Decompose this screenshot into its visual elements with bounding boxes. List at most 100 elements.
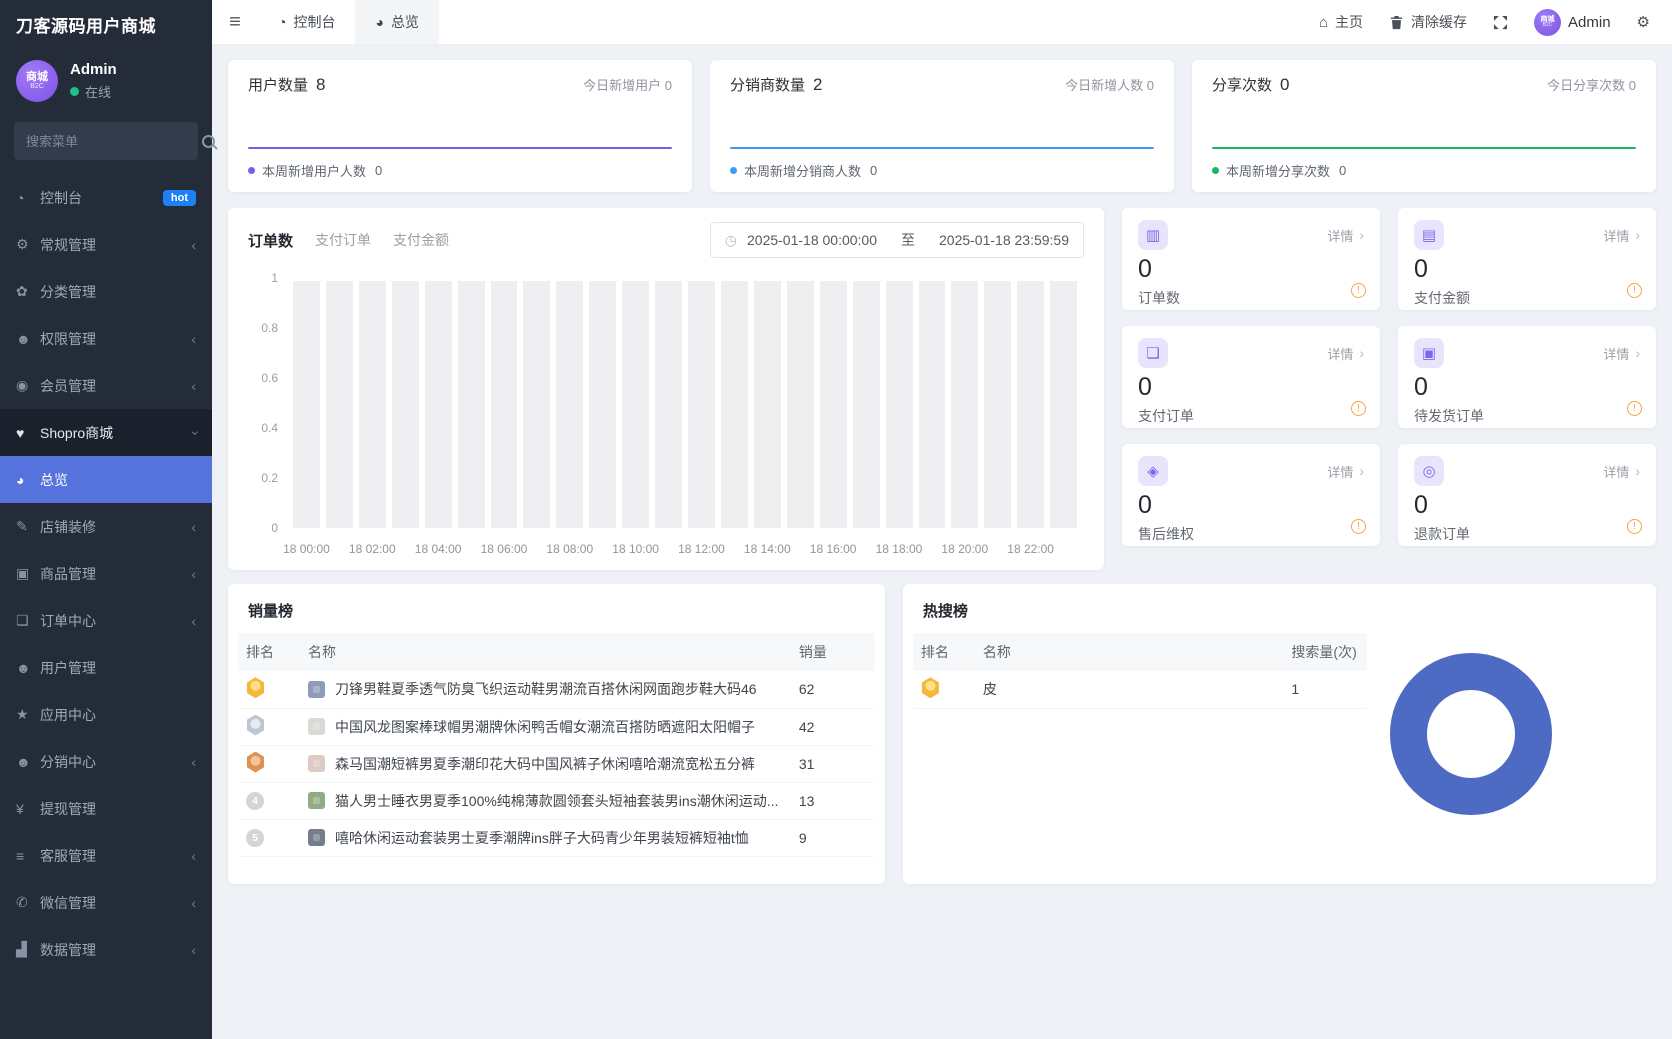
bar-18 02:00 [358, 280, 386, 528]
mini-card-label: 售后维权 [1138, 526, 1194, 542]
user-circle-icon: ◉ [16, 377, 29, 393]
mini-card-支付订单: ❏ 详情 › 0 支付订单! [1122, 326, 1380, 428]
y-axis: 1 0.8 0.6 0.4 0.2 0 [254, 271, 284, 535]
sidebar-item-Shopro商城[interactable]: ♥ Shopro商城 ‹ [0, 409, 212, 456]
sidebar-item-客服管理[interactable]: ≡ 客服管理 ‹ [0, 832, 212, 879]
trash-icon [1390, 15, 1403, 29]
info-icon[interactable]: ! [1351, 283, 1366, 298]
user-name: Admin [70, 61, 117, 78]
table-row[interactable]: 森马国潮短裤男夏季潮印花大码中国风裤子休闲嘻哈潮流宽松五分裤 31 [238, 745, 875, 783]
product-name: 森马国潮短裤男夏季潮印花大码中国风裤子休闲嘻哈潮流宽松五分裤 [335, 755, 755, 772]
chart-tab-订单数[interactable]: 订单数 [248, 230, 293, 251]
topnav-right: ⌂ 主页 清除缓存 商城 B2C Admin ⚙ [1319, 0, 1672, 44]
account-menu[interactable]: 商城 B2C Admin [1534, 8, 1611, 36]
search-icon[interactable] [202, 134, 215, 148]
sidebar-item-总览[interactable]: ◕ 总览 [0, 456, 212, 503]
product-name-cell: 森马国潮短裤男夏季潮印花大码中国风裤子休闲嘻哈潮流宽松五分裤 [308, 754, 783, 774]
table-row[interactable]: 4 猫人男士睡衣男夏季100%纯棉薄款圆领套头短袖套装男ins潮休闲运动... 13 [238, 782, 875, 820]
rank-medal-icon [246, 714, 265, 736]
info-icon[interactable]: ! [1627, 283, 1642, 298]
x-tick-label: 18 12:00 [678, 542, 725, 556]
sidebar-item-控制台[interactable]: ◔ 控制台 hot [0, 174, 212, 221]
chart-tab-支付金额[interactable]: 支付金额 [393, 230, 449, 250]
date-start-value[interactable]: 2025-01-18 00:00:00 [747, 232, 877, 248]
detail-link[interactable]: 详情 › [1603, 226, 1640, 245]
mini-card-value: 0 [1414, 255, 1428, 283]
stat-week-label: 本周新增分享次数 [1226, 164, 1331, 179]
shield-icon: ◈ [1138, 456, 1168, 486]
stats-row: 用户数量 8 今日新增用户 0 本周新增用户人数 0 分销商数量 2 今日新增人数 0 本周新增… [228, 60, 1656, 192]
settings-button[interactable]: ⚙ [1637, 13, 1650, 31]
product-name-cell: 刀锋男鞋夏季透气防臭飞织运动鞋男潮流百搭休闲网面跑步鞋大码46 [308, 679, 783, 699]
sidebar-item-订单中心[interactable]: ❏ 订单中心 ‹ [0, 597, 212, 644]
chart-tab-支付订单[interactable]: 支付订单 [315, 230, 371, 250]
chart-header: 订单数 支付订单 支付金额 ◷ 2025-01-18 00:00:00 至 2025… [248, 222, 1084, 258]
middle-row: 订单数 支付订单 支付金额 ◷ 2025-01-18 00:00:00 至 2025… [228, 208, 1656, 570]
value-cell: 42 [790, 708, 875, 746]
home-icon: ⌂ [1318, 13, 1329, 31]
x-axis: 18 00:00 18 02:00 18 04:00 18 06:00 18 08:00… [283, 534, 1080, 556]
sidebar-item-用户管理[interactable]: ☻ 用户管理 [0, 644, 212, 691]
stat-week: 本周新增用户人数 0 [248, 161, 672, 180]
detail-link[interactable]: 详情 › [1603, 344, 1640, 363]
product-thumbnail [308, 718, 325, 735]
detail-label: 详情 [1603, 346, 1630, 362]
menu-toggle-icon[interactable]: ≡ [212, 0, 258, 44]
table-header-row: 排名 名称 搜索量(次) [912, 633, 1368, 671]
chevron-left-icon: ‹ [191, 330, 196, 347]
sidebar-user-block[interactable]: 商城 B2C Admin 在线 [0, 48, 212, 112]
sidebar-item-数据管理[interactable]: ▟ 数据管理 ‹ [0, 926, 212, 973]
date-end-value[interactable]: 2025-01-18 23:59:59 [939, 232, 1069, 248]
info-icon[interactable]: ! [1627, 401, 1642, 416]
info-icon[interactable]: ! [1351, 519, 1366, 534]
sidebar-item-店铺装修[interactable]: ✎ 店铺装修 ‹ [0, 503, 212, 550]
hot-badge: hot [162, 189, 196, 206]
chevron-right-icon: › [1635, 345, 1640, 361]
sidebar-item-微信管理[interactable]: ✆ 微信管理 ‹ [0, 879, 212, 926]
sidebar-item-label: 微信管理 [40, 894, 96, 911]
sidebar-item-label: 控制台 [40, 189, 82, 206]
sidebar-item-分销中心[interactable]: ☻ 分销中心 ‹ [0, 738, 212, 785]
detail-label: 详情 [1327, 228, 1354, 244]
info-icon[interactable]: ! [1627, 519, 1642, 534]
detail-link[interactable]: 详情 › [1327, 344, 1364, 363]
table-header-row: 排名 名称 销量 [238, 633, 875, 671]
stat-today: 今日新增用户 0 [583, 78, 672, 93]
bar-18 22:00 [1017, 280, 1045, 528]
sidebar-item-提现管理[interactable]: ¥ 提现管理 [0, 785, 212, 832]
sidebar-item-常规管理[interactable]: ⚙ 常规管理 ‹ [0, 221, 212, 268]
table-row[interactable]: 刀锋男鞋夏季透气防臭飞织运动鞋男潮流百搭休闲网面跑步鞋大码46 62 [238, 671, 875, 709]
date-range-picker[interactable]: ◷ 2025-01-18 00:00:00 至 2025-01-18 23:59… [709, 222, 1084, 258]
fullscreen-button[interactable] [1493, 15, 1508, 30]
chevron-left-icon: ‹ [191, 565, 196, 582]
info-icon[interactable]: ! [1351, 401, 1366, 416]
clear-cache-button[interactable]: 清除缓存 [1389, 12, 1467, 32]
rank-medal-icon [921, 677, 939, 699]
sidebar-item-应用中心[interactable]: ★ 应用中心 [0, 691, 212, 738]
sidebar-item-分类管理[interactable]: ✿ 分类管理 [0, 268, 212, 315]
search-input[interactable] [26, 133, 202, 149]
sidebar-item-会员管理[interactable]: ◉ 会员管理 ‹ [0, 362, 212, 409]
table-row[interactable]: 5 嘻哈休闲运动套装男士夏季潮牌ins胖子大码青少年男装短裤短袖t恤 9 [238, 819, 875, 857]
detail-link[interactable]: 详情 › [1327, 226, 1364, 245]
detail-link[interactable]: 详情 › [1327, 462, 1364, 481]
dashboard-icon: ◔ [16, 189, 25, 206]
sidebar-item-商品管理[interactable]: ▣ 商品管理 ‹ [0, 550, 212, 597]
table-row[interactable]: 皮1 [912, 671, 1368, 709]
table-row[interactable]: 中国风龙图案棒球帽男潮牌休闲鸭舌帽女潮流百搭防晒遮阳太阳帽子 42 [238, 708, 875, 746]
home-button[interactable]: ⌂ 主页 [1319, 12, 1363, 32]
tab-总览[interactable]: ◕ 总览 [355, 0, 439, 44]
detail-link[interactable]: 详情 › [1603, 462, 1640, 481]
sidebar-item-label: 商品管理 [40, 565, 96, 582]
x-tick-label: 18 02:00 [348, 542, 396, 556]
list-icon: ≡ [16, 847, 25, 864]
chevron-right-icon: › [1359, 227, 1364, 243]
bar-18 19:00 [918, 280, 946, 528]
user-icon: ☻ [16, 659, 31, 676]
stat-value: 0 [1280, 75, 1290, 94]
sidebar-item-label: 分类管理 [40, 283, 96, 300]
chevron-left-icon: ‹ [191, 612, 196, 629]
bar-18 21:00 [984, 280, 1012, 528]
sidebar-item-权限管理[interactable]: ☻ 权限管理 ‹ [0, 315, 212, 362]
tab-控制台[interactable]: ◔ 控制台 [258, 0, 355, 44]
